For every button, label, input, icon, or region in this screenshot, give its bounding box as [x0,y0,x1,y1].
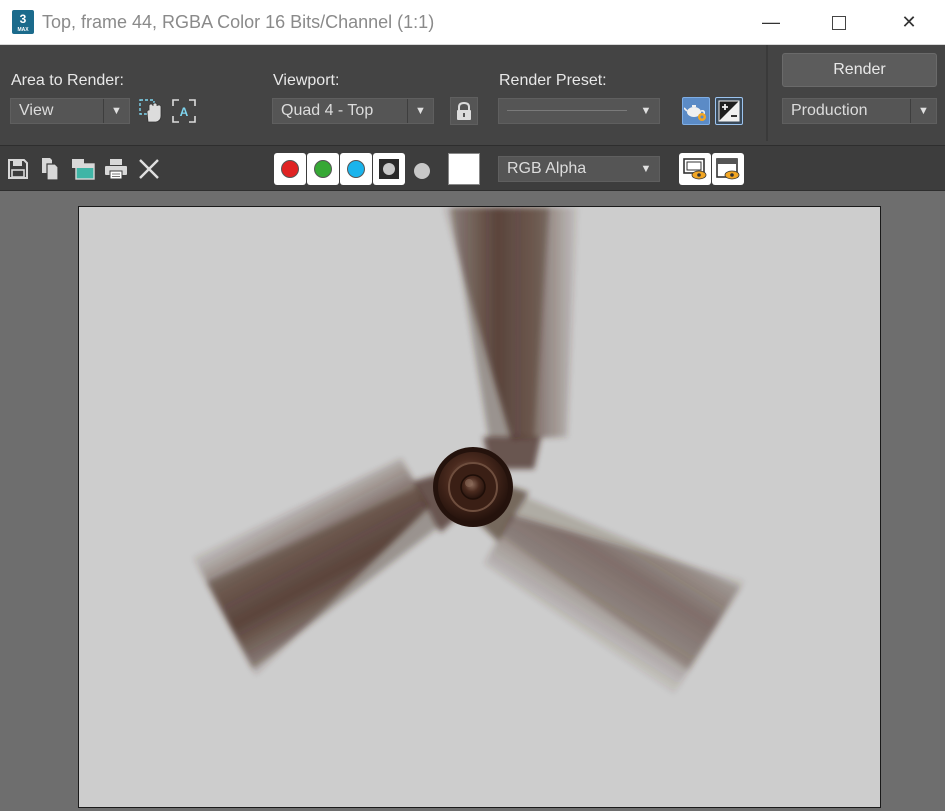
hand-pan-icon [139,99,162,123]
viewport-value: Quad 4 - Top [281,102,374,119]
monochrome-toggle[interactable] [409,156,435,182]
app-icon-caption: MAX [17,27,29,33]
chevron-down-icon: ▼ [640,105,652,117]
chevron-down-icon: ▼ [407,99,433,123]
teapot-settings-icon [684,105,706,121]
clear-icon [139,159,159,179]
toggle-ui-overlay-button[interactable] [679,153,711,185]
clone-window-icon [72,159,95,180]
channel-display-dropdown[interactable]: RGB Alpha ▼ [498,156,660,182]
green-channel-toggle[interactable] [307,153,339,185]
exposure-icon [718,100,740,122]
area-to-render-dropdown[interactable]: View ▼ [10,98,130,124]
render-preset-label: Render Preset: [499,72,607,89]
close-icon: ✕ [901,12,917,32]
area-to-render-label: Area to Render: [11,72,124,89]
render-options-panel: Area to Render: View ▼ A Viewport: Quad … [0,45,768,141]
production-mode-value: Production [791,102,868,119]
save-icon [8,159,28,179]
display-toggle-icon [683,158,707,180]
fan-blade-top [444,207,577,469]
copy-image-button[interactable] [37,156,63,182]
viewport-dropdown[interactable]: Quad 4 - Top ▼ [272,98,434,124]
chevron-down-icon: ▼ [910,99,936,123]
chevron-down-icon: ▼ [103,99,129,123]
toggle-info-panel-button[interactable] [712,153,744,185]
svg-text:A: A [180,105,189,119]
alpha-channel-toggle[interactable] [373,153,405,185]
window-title: Top, frame 44, RGBA Color 16 Bits/Channe… [42,12,435,32]
info-panel-icon [716,158,740,180]
save-image-button[interactable] [5,156,31,182]
render-actions-panel: Render Production ▼ [772,45,945,141]
lock-viewport-button[interactable] [450,97,478,125]
alpha-channel-icon [379,159,399,179]
auto-region-icon: A [172,99,196,123]
edit-region-button[interactable] [137,97,165,125]
ceiling-fan-render [193,207,745,694]
green-channel-icon [314,160,332,178]
production-mode-dropdown[interactable]: Production ▼ [782,98,937,124]
area-to-render-value: View [19,102,54,119]
background-color-swatch[interactable] [448,153,480,185]
chevron-down-icon: ▼ [640,163,652,175]
channel-display-value: RGB Alpha [507,160,587,177]
print-image-button[interactable] [103,156,129,182]
close-button[interactable]: ✕ [886,0,932,45]
red-channel-icon [281,160,299,178]
monochrome-icon [414,163,430,179]
print-icon [105,159,127,180]
frame-buffer-view [0,191,945,811]
red-channel-toggle[interactable] [274,153,306,185]
clear-image-button[interactable] [136,156,162,182]
render-preset-dropdown[interactable]: ▼ [498,98,660,124]
copy-icon [42,158,59,181]
clone-frame-window-button[interactable] [70,156,96,182]
maximize-button[interactable] [816,0,862,45]
minimize-button[interactable]: — [748,0,794,45]
title-bar: 3 MAX Top, frame 44, RGBA Color 16 Bits/… [0,0,945,45]
render-setup-button[interactable] [682,97,710,125]
rendered-image[interactable] [78,206,881,808]
auto-region-button[interactable]: A [170,97,198,125]
blue-channel-icon [347,160,365,178]
minimize-icon: — [762,12,780,32]
viewport-label: Viewport: [273,72,340,89]
preset-empty-line [507,110,627,111]
blue-channel-toggle[interactable] [340,153,372,185]
render-button[interactable]: Render [782,53,937,87]
frame-buffer-toolbar: RGB Alpha ▼ [0,145,945,191]
maximize-icon [832,16,846,31]
3dsmax-app-icon: 3 MAX [12,10,34,34]
fan-hub [433,447,513,527]
render-settings-toolbar: Area to Render: View ▼ A Viewport: Quad … [0,45,945,145]
lock-icon [457,101,471,120]
exposure-control-button[interactable] [715,97,743,125]
app-icon-number: 3 [19,12,27,26]
